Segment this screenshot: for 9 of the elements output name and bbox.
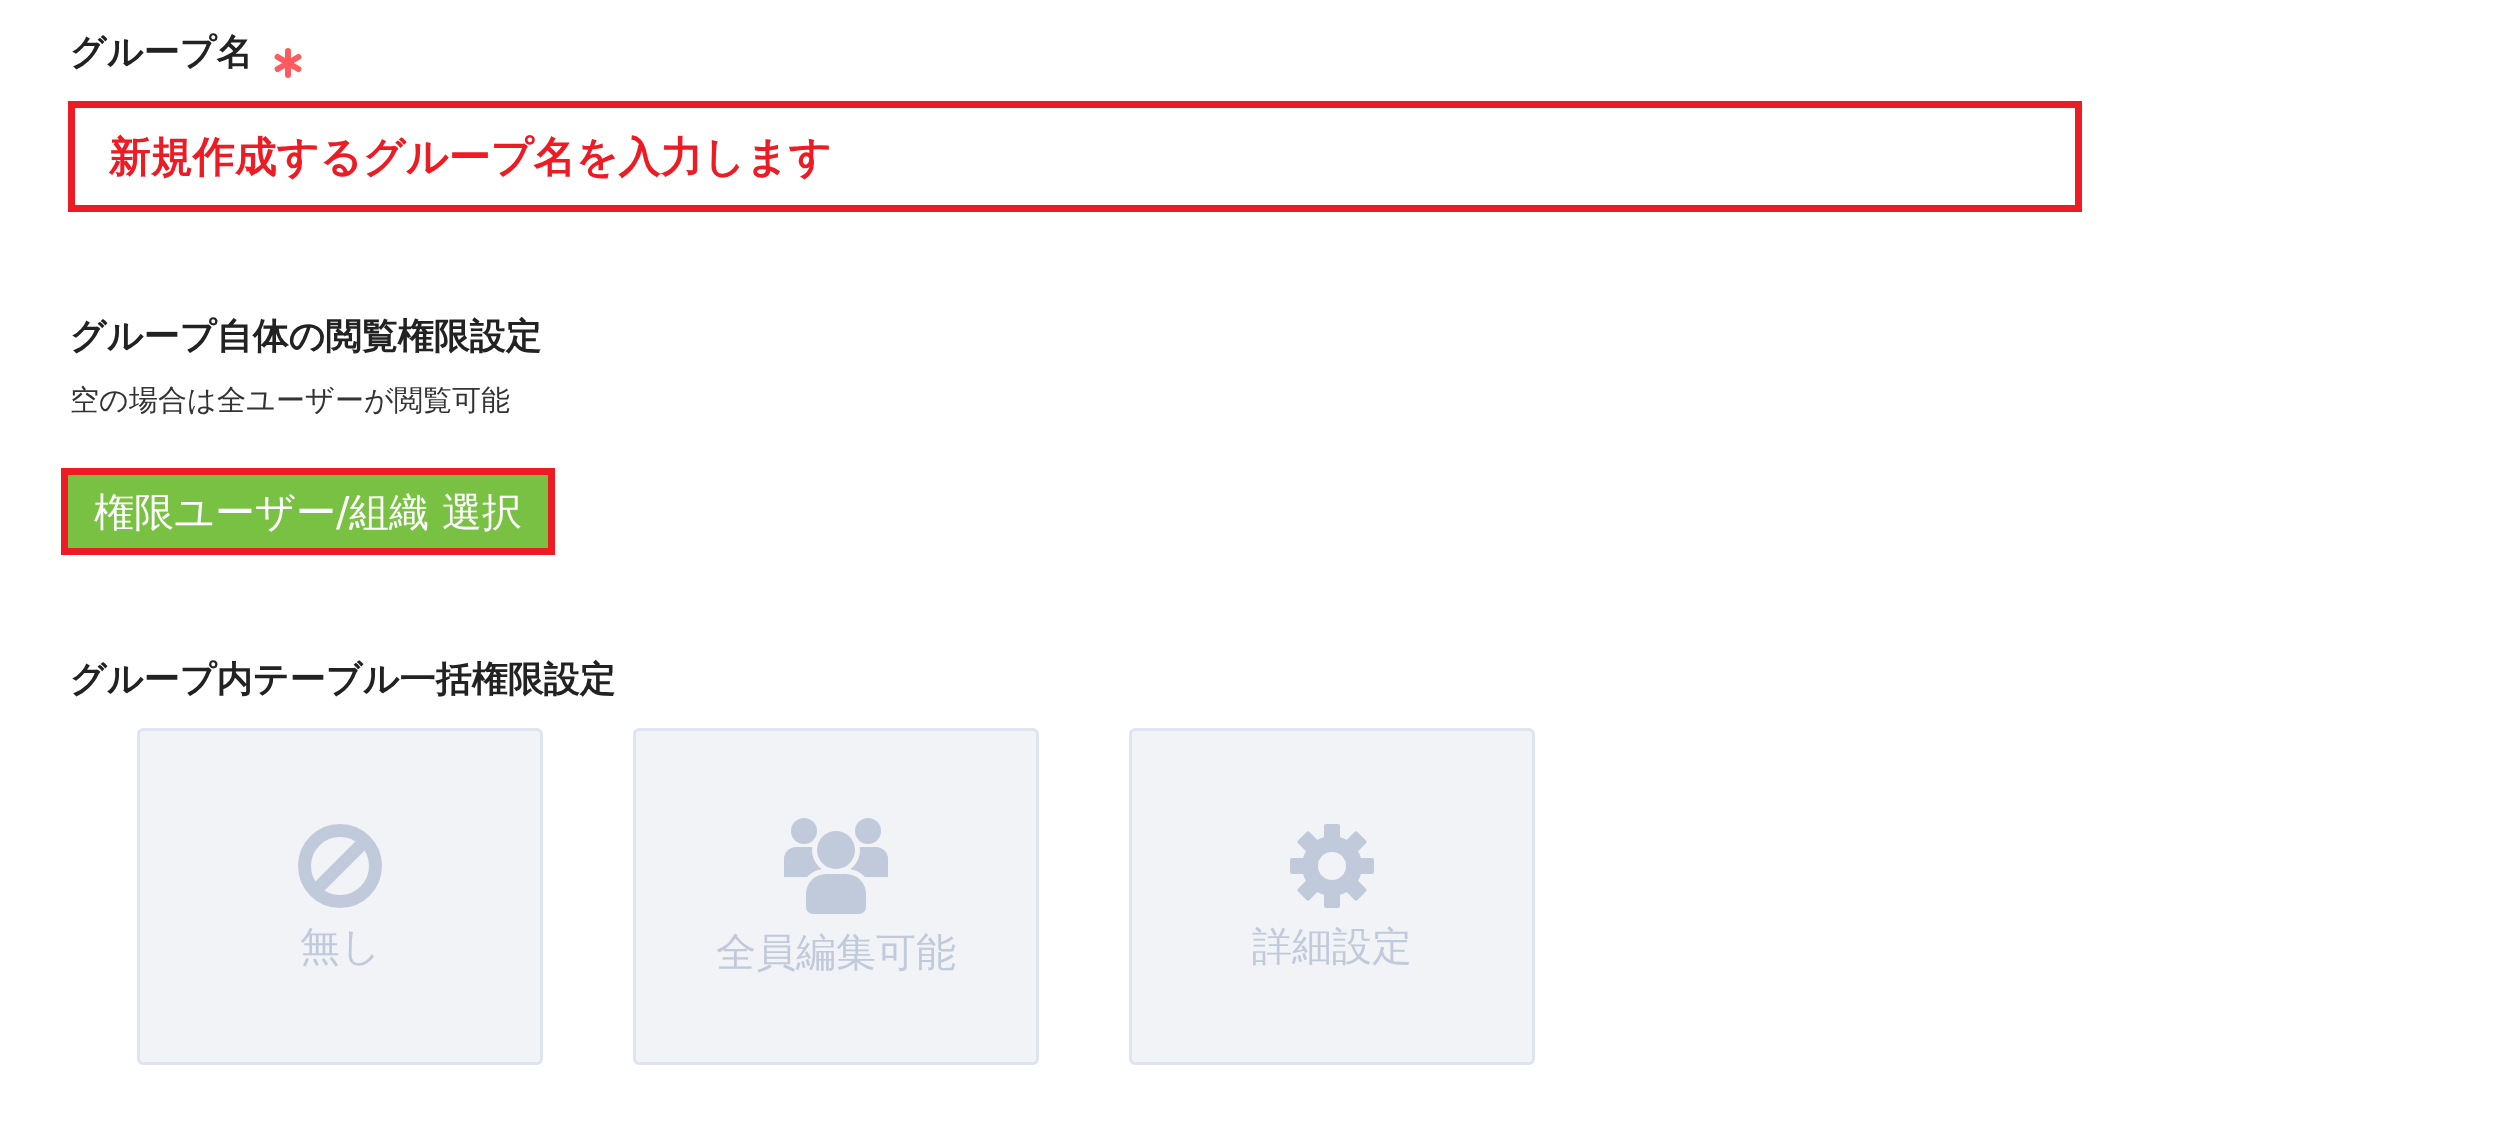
users-icon <box>784 817 888 914</box>
section-heading: グループ自体の閲覧権限設定 <box>70 314 542 357</box>
select-users-button[interactable]: 権限ユーザー/組織 選択 <box>61 468 556 555</box>
gear-icon <box>1290 823 1374 908</box>
section-heading: グループ内テーブル一括権限設定 <box>70 657 616 700</box>
field-label: グループ名 <box>70 30 253 73</box>
section-note: 空の場合は全ユーザーが閲覧可能 <box>70 382 510 418</box>
group-name-input-field[interactable]: 新規作成するグループ名を入力します <box>68 101 2082 212</box>
ban-icon <box>298 823 382 908</box>
